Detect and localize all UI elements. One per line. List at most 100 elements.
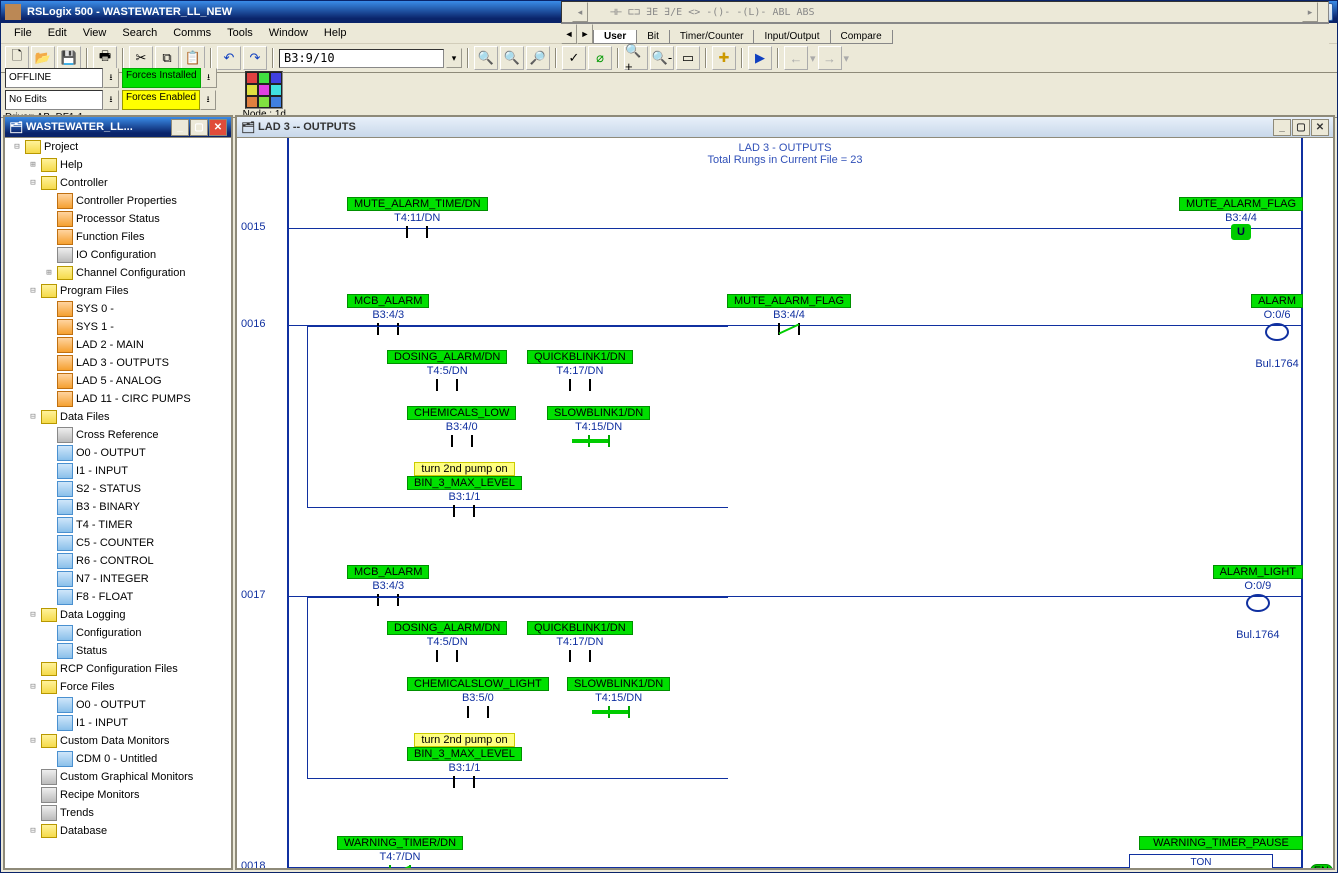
tree-node[interactable]: RCP Configuration Files xyxy=(5,660,231,678)
tree-node[interactable]: Configuration xyxy=(5,624,231,642)
tree-node[interactable]: SYS 1 - xyxy=(5,318,231,336)
tree-node[interactable]: Custom Graphical Monitors xyxy=(5,768,231,786)
menu-file[interactable]: File xyxy=(7,25,39,41)
menu-tools[interactable]: Tools xyxy=(220,25,260,41)
fwd-button[interactable]: → xyxy=(818,46,842,70)
tree-node[interactable]: LAD 2 - MAIN xyxy=(5,336,231,354)
tag-mute-alarm-time[interactable]: MUTE_ALARM_TIME/DN xyxy=(347,197,488,211)
tree-node[interactable]: SYS 0 - xyxy=(5,300,231,318)
instr-abl[interactable]: ABL xyxy=(772,7,790,18)
palette-scroll-left[interactable]: ◂ xyxy=(572,2,588,22)
new-button[interactable]: 🗋 xyxy=(5,46,29,70)
tab-bit[interactable]: Bit xyxy=(636,30,670,44)
menu-edit[interactable]: Edit xyxy=(41,25,74,41)
tree-node[interactable]: LAD 11 - CIRC PUMPS xyxy=(5,390,231,408)
tree-titlebar[interactable]: 🗂 WASTEWATER_LL... _ ▢ ✕ xyxy=(5,117,231,138)
tag-slowblink[interactable]: SLOWBLINK1/DN xyxy=(547,406,650,420)
tree-node[interactable]: ⊟Data Files xyxy=(5,408,231,426)
tabs-right[interactable]: ► xyxy=(577,24,593,44)
menu-comms[interactable]: Comms xyxy=(166,25,218,41)
rung-0015[interactable]: 0015 MUTE_ALARM_TIME/DN T4:11/DN MUTE_AL… xyxy=(287,228,1303,285)
tree-node[interactable]: S2 - STATUS xyxy=(5,480,231,498)
tree-node[interactable]: ⊞Channel Configuration xyxy=(5,264,231,282)
tree-node[interactable]: ⊞Help xyxy=(5,156,231,174)
tree-node[interactable]: IO Configuration xyxy=(5,246,231,264)
go-button[interactable]: ▶ xyxy=(748,46,772,70)
tag-slowblink[interactable]: SLOWBLINK1/DN xyxy=(567,677,670,691)
address-input[interactable] xyxy=(279,49,444,68)
tree-node[interactable]: Status xyxy=(5,642,231,660)
menu-window[interactable]: Window xyxy=(262,25,315,41)
tab-user[interactable]: User xyxy=(593,30,637,44)
mode-drop[interactable]: ⭳ xyxy=(103,68,119,88)
tag-mcb-alarm[interactable]: MCB_ALARM xyxy=(347,565,429,579)
tree-node[interactable]: Recipe Monitors xyxy=(5,786,231,804)
tree-node[interactable]: C5 - COUNTER xyxy=(5,534,231,552)
tag-dosing-alarm[interactable]: DOSING_ALARM/DN xyxy=(387,621,507,635)
tab-io[interactable]: Input/Output xyxy=(753,30,830,44)
find-prev-button[interactable]: 🔎 xyxy=(526,46,550,70)
ladder-titlebar[interactable]: 🗂 LAD 3 -- OUTPUTS _ ▢ ✕ xyxy=(237,117,1333,138)
verify-all-button[interactable]: ⌀ xyxy=(588,46,612,70)
forces-installed-drop[interactable]: ⭳ xyxy=(201,68,217,88)
save-button[interactable]: 💾 xyxy=(57,46,81,70)
tree-max[interactable]: ▢ xyxy=(190,119,208,136)
lad-close[interactable]: ✕ xyxy=(1311,119,1329,136)
tag-alarm[interactable]: ALARM xyxy=(1251,294,1303,308)
tree-node[interactable]: I1 - INPUT xyxy=(5,462,231,480)
tree-node[interactable]: ⊟Force Files xyxy=(5,678,231,696)
paste-button[interactable]: 📋 xyxy=(181,46,205,70)
open-button[interactable]: 📂 xyxy=(31,46,55,70)
tree-node[interactable]: ⊟Database xyxy=(5,822,231,840)
menu-help[interactable]: Help xyxy=(317,25,354,41)
redo-button[interactable]: ↷ xyxy=(243,46,267,70)
rung-0018[interactable]: 0018 WARNING_TIMER/DN T4:7/DN WARNING_TI… xyxy=(287,867,1303,868)
instr-xio[interactable]: ⊏⊐ xyxy=(628,7,640,18)
find-next-button[interactable]: 🔍 xyxy=(500,46,524,70)
palette-scroll-right[interactable]: ▸ xyxy=(1302,2,1318,22)
tree-node[interactable]: Function Files xyxy=(5,228,231,246)
rung-0017[interactable]: 0017 MCB_ALARM B3:4/3 DOSING_ALARM/DN T4… xyxy=(287,596,1303,827)
ladder-canvas[interactable]: LAD 3 - OUTPUTS Total Rungs in Current F… xyxy=(237,138,1333,868)
tag-quickblink[interactable]: QUICKBLINK1/DN xyxy=(527,350,633,364)
forces-enabled-drop[interactable]: ⭳ xyxy=(200,90,216,110)
tree-node[interactable]: O0 - OUTPUT xyxy=(5,444,231,462)
tabs-left[interactable]: ◄ xyxy=(561,24,577,44)
tree-node[interactable]: Trends xyxy=(5,804,231,822)
cut-button[interactable]: ✂ xyxy=(129,46,153,70)
tree-node[interactable]: R6 - CONTROL xyxy=(5,552,231,570)
tag-warning-pause[interactable]: WARNING_TIMER_PAUSE xyxy=(1139,836,1303,850)
tag-dosing-alarm[interactable]: DOSING_ALARM/DN xyxy=(387,350,507,364)
instr-otl[interactable]: ∃/E xyxy=(664,7,682,18)
back-button[interactable]: ← xyxy=(784,46,808,70)
tree-node[interactable]: I1 - INPUT xyxy=(5,714,231,732)
tag-mute-alarm-flag[interactable]: MUTE_ALARM_FLAG xyxy=(727,294,851,308)
edits-status[interactable]: No Edits xyxy=(5,90,103,110)
tag-bin3-max[interactable]: BIN_3_MAX_LEVEL xyxy=(407,476,522,490)
tag-chemicals-low[interactable]: CHEMICALS_LOW xyxy=(407,406,516,420)
tag-bin3-max[interactable]: BIN_3_MAX_LEVEL xyxy=(407,747,522,761)
tab-compare[interactable]: Compare xyxy=(830,30,893,44)
tree-close[interactable]: ✕ xyxy=(209,119,227,136)
tree-node[interactable]: B3 - BINARY xyxy=(5,498,231,516)
tab-timer[interactable]: Timer/Counter xyxy=(669,30,755,44)
zoom-out-button[interactable]: 🔍- xyxy=(650,46,674,70)
zoom-in-button[interactable]: 🔍+ xyxy=(624,46,648,70)
tag-warning-timer[interactable]: WARNING_TIMER/DN xyxy=(337,836,463,850)
lad-min[interactable]: _ xyxy=(1273,119,1291,136)
undo-button[interactable]: ↶ xyxy=(217,46,241,70)
lad-max[interactable]: ▢ xyxy=(1292,119,1310,136)
tree-node[interactable]: Processor Status xyxy=(5,210,231,228)
tree-min[interactable]: _ xyxy=(171,119,189,136)
instr-osr[interactable]: -()- xyxy=(706,7,730,18)
tree-node[interactable]: ⊟Data Logging xyxy=(5,606,231,624)
tag-chemlow-light[interactable]: CHEMICALSLOW_LIGHT xyxy=(407,677,549,691)
instr-osl[interactable]: -(L)- xyxy=(736,7,766,18)
verify-button[interactable]: ✓ xyxy=(562,46,586,70)
tree-node[interactable]: F8 - FLOAT xyxy=(5,588,231,606)
tag-quickblink[interactable]: QUICKBLINK1/DN xyxy=(527,621,633,635)
instr-otu[interactable]: <> xyxy=(688,7,700,18)
tree-node[interactable]: ⊟Program Files xyxy=(5,282,231,300)
print-button[interactable]: 🖶 xyxy=(93,46,117,70)
menu-search[interactable]: Search xyxy=(115,25,164,41)
